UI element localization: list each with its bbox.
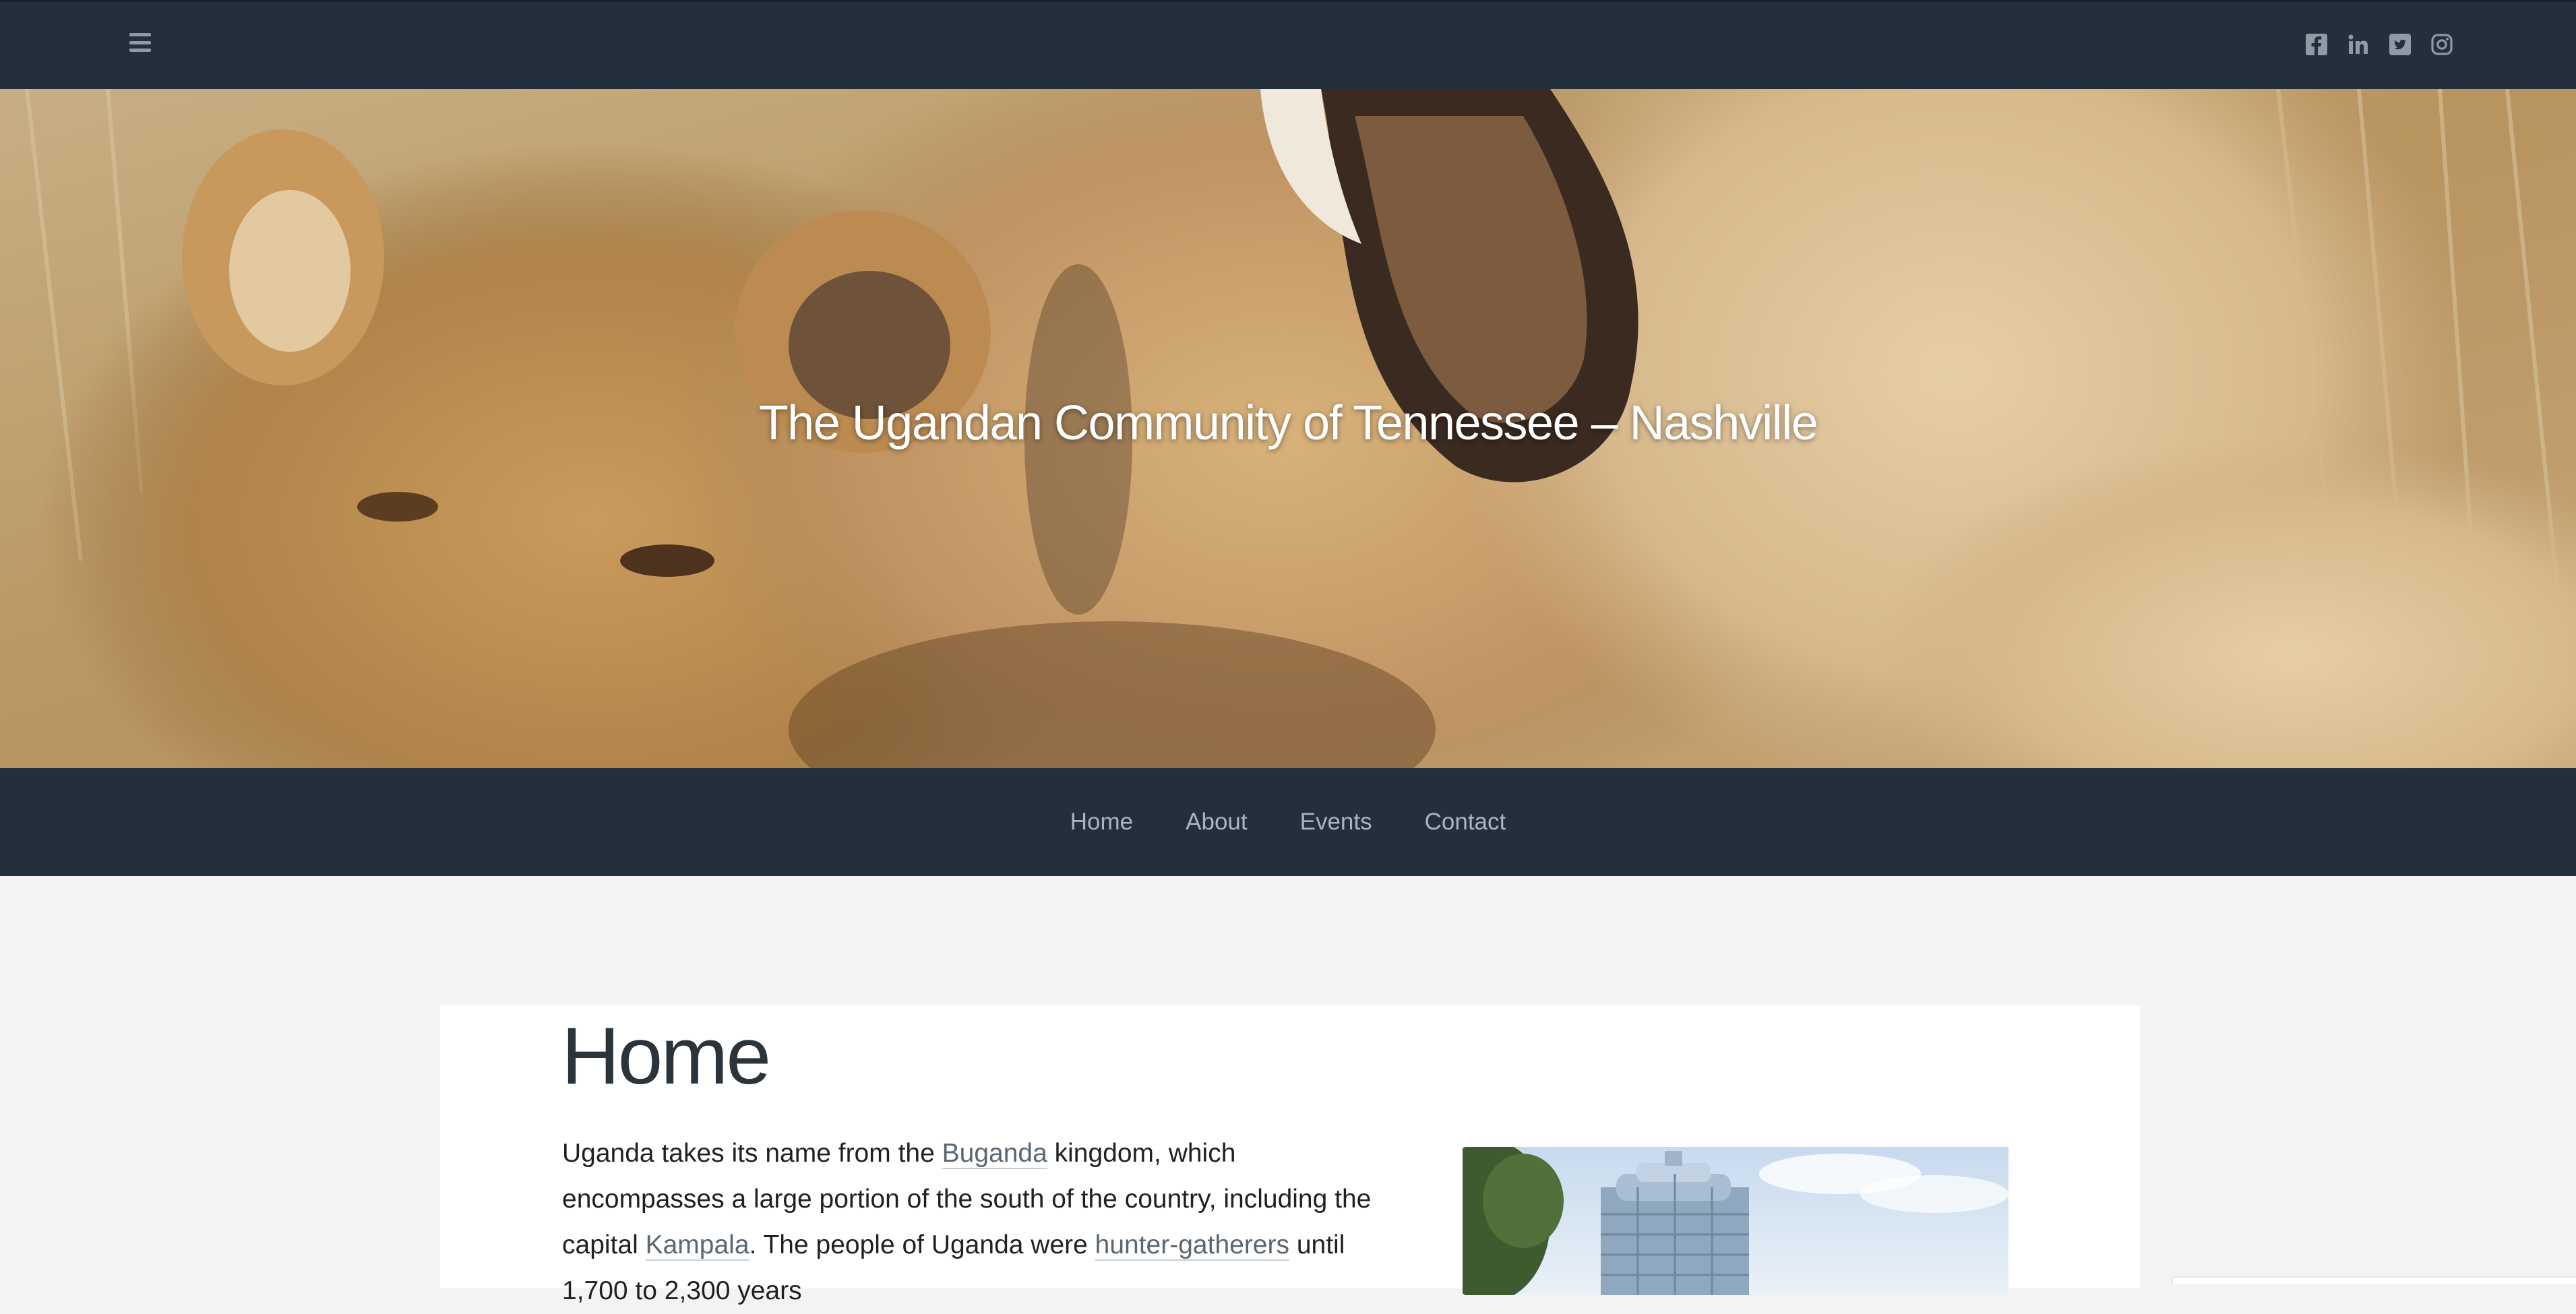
link-hunter-gatherers[interactable]: hunter-gatherers bbox=[1095, 1230, 1289, 1261]
menu-line bbox=[129, 49, 151, 52]
intro-text: Uganda takes its name from the bbox=[562, 1139, 942, 1168]
nav-events[interactable]: Events bbox=[1300, 809, 1372, 836]
content-card: Home Uganda takes its name from the Buga… bbox=[440, 1005, 2140, 1305]
link-buganda[interactable]: Buganda bbox=[942, 1139, 1047, 1169]
site-title[interactable]: The Ugandan Community of Tennessee – Nas… bbox=[0, 396, 2576, 451]
menu-line bbox=[129, 33, 151, 36]
instagram-icon[interactable] bbox=[2430, 33, 2453, 56]
linkedin-icon[interactable] bbox=[2347, 33, 2370, 56]
top-bar bbox=[0, 0, 2576, 89]
page-title: Home bbox=[561, 1011, 771, 1101]
intro-text: . The people of Uganda were bbox=[749, 1230, 1095, 1259]
intro-paragraph: Uganda takes its name from the Buganda k… bbox=[562, 1131, 1405, 1314]
facebook-icon[interactable] bbox=[2305, 33, 2328, 56]
social-links bbox=[2305, 33, 2453, 56]
kampala-building-photo bbox=[1463, 1147, 2008, 1295]
menu-line bbox=[129, 40, 151, 44]
twitter-icon[interactable] bbox=[2389, 33, 2412, 56]
hamburger-menu-icon[interactable] bbox=[127, 29, 154, 56]
nav-home[interactable]: Home bbox=[1070, 809, 1133, 836]
nav-about[interactable]: About bbox=[1186, 809, 1247, 836]
nav-contact[interactable]: Contact bbox=[1425, 809, 1506, 836]
building-image bbox=[1463, 1147, 2008, 1295]
link-kampala[interactable]: Kampala bbox=[645, 1230, 749, 1261]
main-navigation: Home About Events Contact bbox=[0, 768, 2576, 876]
hero-banner: The Ugandan Community of Tennessee – Nas… bbox=[0, 89, 2576, 768]
corner-widget[interactable] bbox=[2172, 1276, 2576, 1284]
